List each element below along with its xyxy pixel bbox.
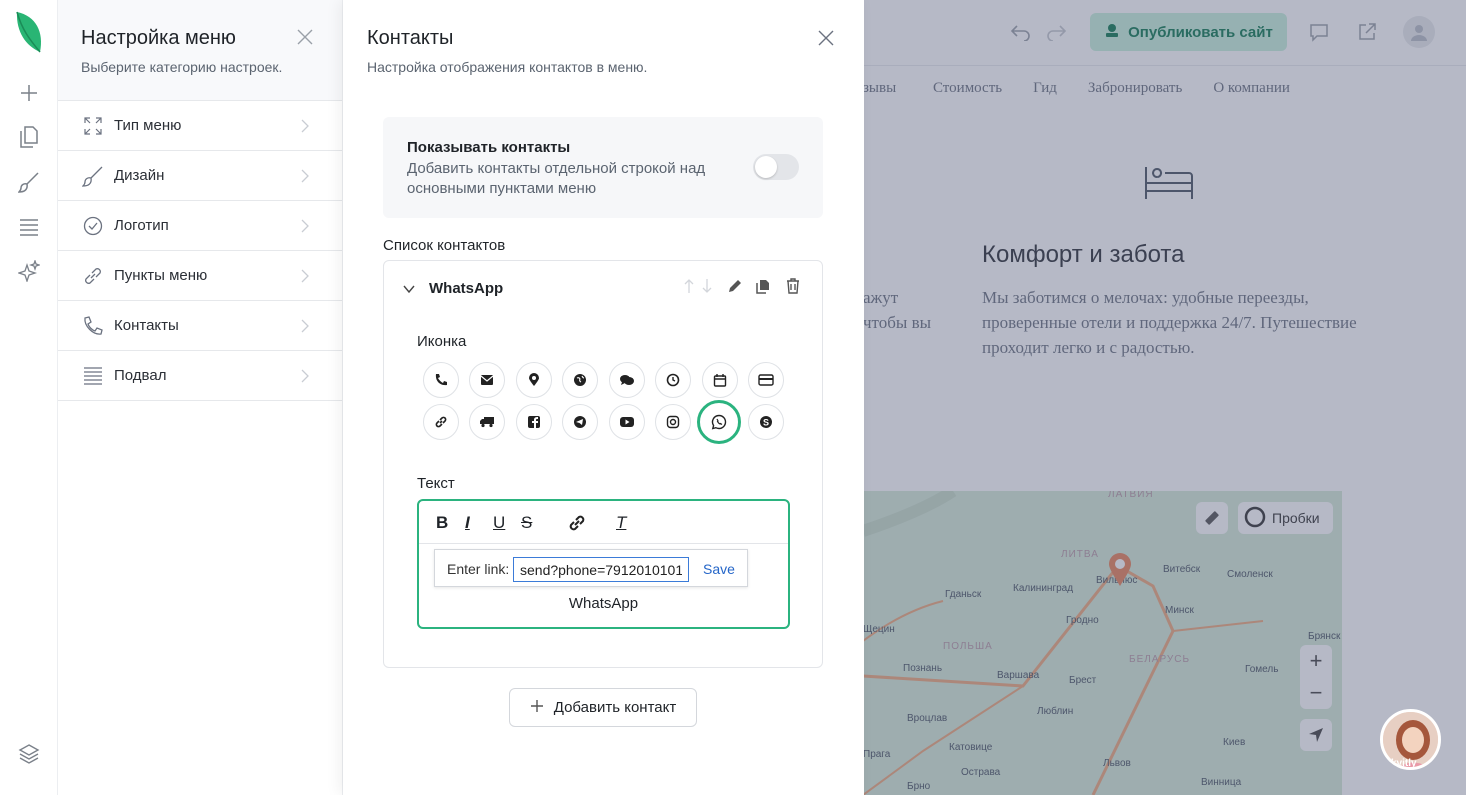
- footer-icon: [82, 365, 104, 387]
- contact-icon-chat[interactable]: [609, 362, 645, 398]
- underline-button[interactable]: U: [493, 512, 505, 534]
- panel-subtitle: Выберите категорию настроек.: [81, 59, 283, 75]
- contact-icon-phone[interactable]: [423, 362, 459, 398]
- menu-item-label: Контакты: [114, 317, 179, 334]
- contact-icon-facebook[interactable]: [516, 404, 552, 440]
- toggle-knob: [755, 156, 777, 178]
- add-contact-label: Добавить контакт: [553, 699, 677, 716]
- modal-overlay[interactable]: [864, 0, 1466, 795]
- menu-lines-icon[interactable]: [16, 214, 42, 240]
- contact-icon-youtube[interactable]: [609, 404, 645, 440]
- svg-text:S: S: [763, 418, 769, 428]
- trash-icon[interactable]: [784, 276, 802, 296]
- panel-title: Настройка меню: [81, 27, 236, 49]
- plus-icon: [530, 699, 544, 717]
- chevron-right-icon: [301, 369, 313, 383]
- link-popup-label: Enter link:: [447, 561, 510, 577]
- contact-icon-link[interactable]: [423, 404, 459, 440]
- contact-icon-clock[interactable]: [655, 362, 691, 398]
- menu-item-label: Тип меню: [114, 117, 182, 134]
- menu-item-contacts[interactable]: Контакты: [58, 301, 342, 351]
- contact-card: WhatsApp Иконка S Текст B I U S T Enter …: [383, 260, 823, 668]
- strikethrough-button[interactable]: S: [521, 512, 532, 534]
- show-contacts-toggle[interactable]: [753, 154, 799, 180]
- expand-icon: [82, 115, 104, 137]
- leaf-logo-icon[interactable]: [14, 10, 44, 54]
- editor-toolbar: B I U S T: [419, 501, 788, 544]
- edit-icon[interactable]: [726, 276, 744, 296]
- chevron-right-icon: [301, 119, 313, 133]
- contact-icon-skype[interactable]: S: [748, 404, 784, 440]
- menu-item-label: Дизайн: [114, 167, 165, 184]
- menu-panel-header: Настройка меню Выберите категорию настро…: [58, 0, 342, 101]
- contact-icon-credit-card[interactable]: [748, 362, 784, 398]
- brush-icon[interactable]: [16, 169, 42, 195]
- menu-item-footer[interactable]: Подвал: [58, 351, 342, 401]
- setting-title: Показывать контакты: [407, 139, 571, 156]
- link-save-button[interactable]: Save: [703, 561, 735, 577]
- contact-name[interactable]: WhatsApp: [429, 280, 503, 297]
- add-contact-button[interactable]: Добавить контакт: [509, 688, 697, 727]
- text-editor[interactable]: B I U S T Enter link: Save WhatsApp: [417, 499, 790, 629]
- link-popup: Enter link: Save: [434, 549, 748, 587]
- contact-icon-calendar[interactable]: [702, 362, 738, 398]
- link-input[interactable]: [513, 557, 689, 582]
- menu-settings-panel: Настройка меню Выберите категорию настро…: [58, 0, 343, 795]
- chevron-right-icon: [301, 269, 313, 283]
- contact-icon-truck[interactable]: [469, 404, 505, 440]
- contact-icon-whatsapp[interactable]: [697, 400, 741, 444]
- icon-section-label: Иконка: [417, 333, 467, 350]
- check-circle-icon: [82, 215, 104, 237]
- link-icon: [82, 265, 104, 287]
- menu-item-type[interactable]: Тип меню: [58, 101, 342, 151]
- layers-icon[interactable]: [16, 741, 42, 767]
- panel-subtitle: Настройка отображения контактов в меню.: [367, 59, 648, 75]
- add-icon[interactable]: [16, 80, 42, 106]
- arrow-down-icon[interactable]: [698, 276, 716, 296]
- menu-item-label: Логотип: [114, 217, 169, 234]
- menu-item-logo[interactable]: Логотип: [58, 201, 342, 251]
- text-section-label: Текст: [417, 475, 455, 492]
- contact-icon-telegram[interactable]: [562, 404, 598, 440]
- close-icon[interactable]: [815, 27, 837, 49]
- panel-title: Контакты: [367, 27, 454, 49]
- contact-icon-map-pin[interactable]: [516, 362, 552, 398]
- phone-icon: [82, 315, 104, 337]
- duplicate-icon[interactable]: [754, 276, 772, 296]
- italic-button[interactable]: I: [465, 512, 470, 534]
- show-contacts-setting: Показывать контакты Добавить контакты от…: [383, 117, 823, 218]
- menu-item-label: Подвал: [114, 367, 167, 384]
- contacts-list-label: Список контактов: [383, 237, 506, 254]
- contact-icon-mail[interactable]: [469, 362, 505, 398]
- contacts-panel: Контакты Настройка отображения контактов…: [343, 0, 864, 795]
- contact-icon-instagram[interactable]: [655, 404, 691, 440]
- setting-description: Добавить контакты отдельной строкой над …: [407, 160, 706, 197]
- editor-content[interactable]: WhatsApp: [419, 595, 788, 612]
- chevron-down-icon[interactable]: [402, 282, 416, 296]
- contact-icon-globe[interactable]: [562, 362, 598, 398]
- menu-item-design[interactable]: Дизайн: [58, 151, 342, 201]
- chevron-right-icon: [301, 219, 313, 233]
- chevron-right-icon: [301, 169, 313, 183]
- pages-icon[interactable]: [16, 124, 42, 150]
- arrow-up-icon[interactable]: [680, 276, 698, 296]
- assistant-avatar[interactable]: kvitly: [1380, 709, 1441, 770]
- menu-item-links[interactable]: Пункты меню: [58, 251, 342, 301]
- brush-icon: [82, 165, 104, 187]
- link-icon[interactable]: [568, 512, 586, 534]
- menu-item-label: Пункты меню: [114, 267, 208, 284]
- close-icon[interactable]: [294, 26, 316, 48]
- sparkles-icon[interactable]: [16, 258, 42, 284]
- chevron-right-icon: [301, 319, 313, 333]
- left-rail: [0, 0, 58, 795]
- bold-button[interactable]: B: [436, 512, 448, 534]
- clear-format-button[interactable]: T: [616, 512, 626, 534]
